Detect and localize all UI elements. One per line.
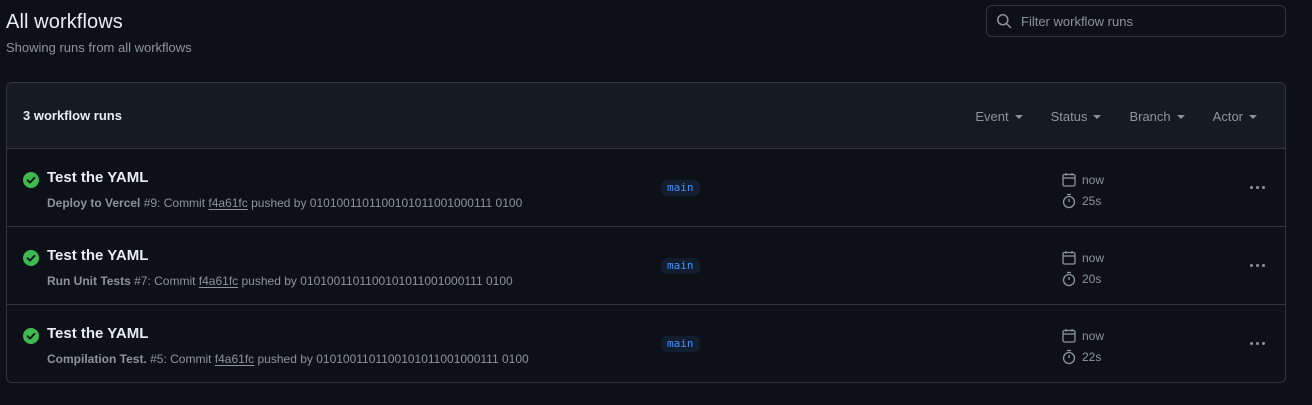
search-icon [996, 13, 1012, 29]
pushed-by: pushed by 0101001101100101011001000111 0… [254, 352, 529, 366]
calendar-icon [1062, 173, 1076, 187]
page-subtitle: Showing runs from all workflows [6, 40, 192, 55]
commit-sha-link[interactable]: f4a61fc [215, 352, 254, 366]
pushed-by: pushed by 0101001101100101011001000111 0… [238, 274, 513, 288]
filter-runs-field[interactable] [986, 5, 1286, 37]
run-time: now [1061, 250, 1104, 266]
stopwatch-icon [1062, 271, 1076, 287]
event-filter-button[interactable]: Event [975, 108, 1023, 124]
chevron-down-icon [1093, 114, 1102, 119]
branch-filter-button[interactable]: Branch [1129, 108, 1185, 124]
status-filter-label: Status [1050, 108, 1088, 124]
kebab-menu-button[interactable] [1247, 335, 1267, 351]
chevron-down-icon [1014, 114, 1023, 119]
calendar-icon [1062, 329, 1076, 343]
run-number: #7: Commit [130, 274, 199, 288]
chevron-down-icon [1249, 114, 1257, 119]
branch-label[interactable]: main [661, 180, 700, 196]
branch-filter-label: Branch [1129, 108, 1171, 124]
check-circle-icon [23, 172, 39, 188]
run-number: #9: Commit [140, 196, 209, 210]
calendar-icon [1062, 251, 1076, 265]
run-title-link[interactable]: Test the YAML [47, 169, 148, 186]
run-duration-label: 20s [1082, 272, 1102, 286]
actor-filter-label: Actor [1212, 108, 1243, 124]
event-filter-label: Event [975, 108, 1009, 124]
workflow-run-row[interactable]: Test the YAML Deploy to Vercel #9: Commi… [7, 149, 1285, 227]
chevron-down-icon [1176, 114, 1185, 119]
run-duration: 20s [1061, 271, 1101, 287]
branch-label[interactable]: main [661, 336, 700, 352]
status-filter-button[interactable]: Status [1051, 109, 1102, 124]
filter-bar: Event Status Branch Actor [975, 83, 1285, 149]
kebab-menu-button[interactable] [1247, 179, 1267, 195]
page-title: All workflows [6, 11, 123, 33]
run-time-label: now [1082, 251, 1105, 265]
pushed-by: pushed by 0101001101100101011001000111 0… [247, 196, 523, 210]
workflow-name: Run Unit Tests [47, 274, 131, 288]
workflows-page: All workflows Showing runs from all work… [0, 0, 1312, 405]
run-duration-label: 25s [1082, 194, 1102, 208]
run-time-label: now [1082, 173, 1105, 187]
workflow-runs-list: 3 workflow runs Event Status Branch Acto… [6, 82, 1286, 383]
branch-label[interactable]: main [661, 258, 700, 274]
workflow-name: Deploy to Vercel [47, 196, 141, 210]
kebab-menu-button[interactable] [1247, 257, 1267, 273]
stopwatch-icon [1062, 193, 1076, 209]
run-time: now [1061, 172, 1104, 188]
workflow-name: Compilation Test. [47, 352, 147, 366]
run-meta: Compilation Test. #5: Commit f4a61fc pus… [47, 352, 529, 366]
run-meta: Run Unit Tests #7: Commit f4a61fc pushed… [47, 274, 513, 288]
actor-filter-button[interactable]: Actor [1213, 109, 1257, 124]
stopwatch-icon [1062, 349, 1076, 365]
run-duration: 25s [1061, 193, 1101, 209]
workflow-run-row[interactable]: Test the YAML Run Unit Tests #7: Commit … [7, 227, 1285, 305]
check-circle-icon [23, 328, 39, 344]
workflow-run-row[interactable]: Test the YAML Compilation Test. #5: Comm… [7, 305, 1285, 382]
run-number: #5: Commit [146, 352, 215, 366]
runs-count: 3 workflow runs [23, 108, 122, 123]
run-time-label: now [1082, 329, 1105, 343]
filter-runs-input[interactable] [1021, 6, 1285, 36]
run-time: now [1061, 328, 1104, 344]
check-circle-icon [23, 250, 39, 266]
run-meta: Deploy to Vercel #9: Commit f4a61fc push… [47, 196, 522, 210]
run-title-link[interactable]: Test the YAML [47, 325, 148, 342]
commit-sha-link[interactable]: f4a61fc [199, 274, 238, 288]
list-header: 3 workflow runs Event Status Branch Acto… [7, 83, 1285, 149]
run-title-link[interactable]: Test the YAML [47, 247, 148, 264]
commit-sha-link[interactable]: f4a61fc [208, 196, 247, 210]
run-duration-label: 22s [1082, 350, 1102, 364]
run-duration: 22s [1061, 349, 1101, 365]
